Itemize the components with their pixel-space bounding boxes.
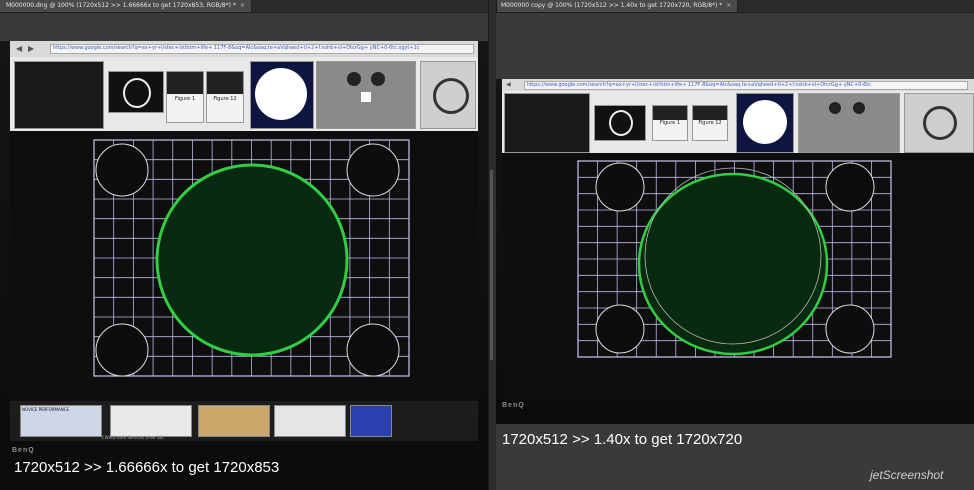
thumb-caption: Figure 1 — [659, 120, 681, 126]
thumb-dark[interactable] — [504, 93, 590, 153]
thumb-white-circle[interactable] — [250, 61, 314, 129]
tab-right-document[interactable]: M000000 copy @ 100% (1720x512 >> 1.40x t… — [495, 0, 739, 12]
thumb-figure-12[interactable]: Figure 12 — [206, 71, 244, 123]
thumb-figure-1[interactable]: Figure 1 — [652, 105, 688, 141]
left-thumbnail-strip: Figure 1 Figure 12 — [10, 57, 478, 131]
tab-left-label: M000000.dng @ 100% (1720x512 >> 1.66666x… — [6, 2, 236, 9]
taskbar-label: CWIRD SSAI Services (Free 1B) — [102, 435, 164, 440]
left-monitor-screen: ◀ ▶ https://www.google.com/search?q=ex+y… — [10, 41, 478, 441]
thumb-figure-12[interactable]: Figure 12 — [692, 105, 728, 141]
back-arrow-icon[interactable]: ◀ — [16, 44, 22, 53]
watermark-logo: jetScreenshot — [870, 468, 944, 482]
thumb-white-circle[interactable] — [736, 93, 794, 153]
thumb-ellipse[interactable] — [108, 71, 164, 113]
left-canvas: ◀ ▶ https://www.google.com/search?q=ex+y… — [0, 13, 488, 490]
close-icon[interactable]: × — [726, 2, 731, 9]
right-browser-toolbar: ◀ https://www.google.com/search?q=ex+yr+… — [502, 79, 974, 91]
left-test-image — [10, 131, 478, 401]
thumb-figure-1[interactable]: Figure 1 — [166, 71, 204, 123]
close-icon[interactable]: × — [240, 2, 245, 9]
right-address-bar[interactable]: https://www.google.com/search?q=ex+yr+l/… — [524, 81, 968, 90]
right-thumbnail-strip: Figure 1 Figure 12 — [502, 91, 974, 153]
thumb-caption: Figure 12 — [698, 120, 722, 126]
right-tab-bar: M000000 copy @ 100% (1720x512 >> 1.40x t… — [495, 0, 974, 13]
tab-right-label: M000000 copy @ 100% (1720x512 >> 1.40x t… — [501, 2, 723, 9]
right-photo: ◀ https://www.google.com/search?q=ex+yr+… — [496, 79, 974, 424]
taskbar-window-1[interactable]: NOVICE PERFORMANCE — [20, 405, 102, 437]
scrollbar-thumb[interactable] — [490, 170, 493, 360]
forward-arrow-icon[interactable]: ▶ — [28, 44, 34, 53]
taskbar-window-label: NOVICE PERFORMANCE — [22, 407, 70, 412]
thumb-resolution-chart[interactable] — [904, 93, 974, 153]
left-tab-bar: M000000.dng @ 100% (1720x512 >> 1.66666x… — [0, 0, 488, 13]
right-canvas: ◀ https://www.google.com/search?q=ex+yr+… — [496, 13, 974, 490]
left-grid-pattern — [93, 139, 410, 377]
right-caption: 1720x512 >> 1.40x to get 1720x720 — [502, 431, 743, 448]
taskbar-window-3[interactable] — [198, 405, 270, 437]
left-address-bar[interactable]: https://www.google.com/search?q=ex+yr+l/… — [50, 44, 474, 54]
right-test-image — [502, 153, 974, 399]
right-grid-pattern — [577, 160, 892, 358]
monitor-brand-logo: BenQ — [12, 447, 35, 454]
back-arrow-icon[interactable]: ◀ — [506, 81, 511, 88]
monitor-brand-logo: BenQ — [502, 402, 525, 409]
right-monitor-screen: ◀ https://www.google.com/search?q=ex+yr+… — [502, 79, 974, 399]
taskbar-window-4[interactable] — [274, 405, 346, 437]
thumb-dark[interactable] — [14, 61, 104, 129]
green-test-circle — [155, 163, 349, 357]
thumb-caption: Figure 1 — [174, 96, 196, 102]
thumb-caption: Figure 12 — [213, 96, 237, 102]
thumb-test-pattern[interactable] — [316, 61, 416, 129]
left-monitor-taskbar: NOVICE PERFORMANCE CWIRD SSAI Services (… — [10, 401, 478, 441]
left-caption: 1720x512 >> 1.66666x to get 1720x853 — [14, 459, 280, 476]
left-browser-toolbar: ◀ ▶ https://www.google.com/search?q=ex+y… — [10, 41, 478, 57]
green-test-circle — [637, 172, 829, 356]
thumb-resolution-chart[interactable] — [420, 61, 476, 129]
taskbar-window-2[interactable] — [110, 405, 192, 437]
thumb-ellipse[interactable] — [594, 105, 646, 141]
tab-left-document[interactable]: M000000.dng @ 100% (1720x512 >> 1.66666x… — [0, 0, 252, 12]
taskbar-window-5[interactable] — [350, 405, 392, 437]
thumb-test-pattern[interactable] — [798, 93, 900, 153]
left-photo: ◀ ▶ https://www.google.com/search?q=ex+y… — [0, 41, 488, 490]
